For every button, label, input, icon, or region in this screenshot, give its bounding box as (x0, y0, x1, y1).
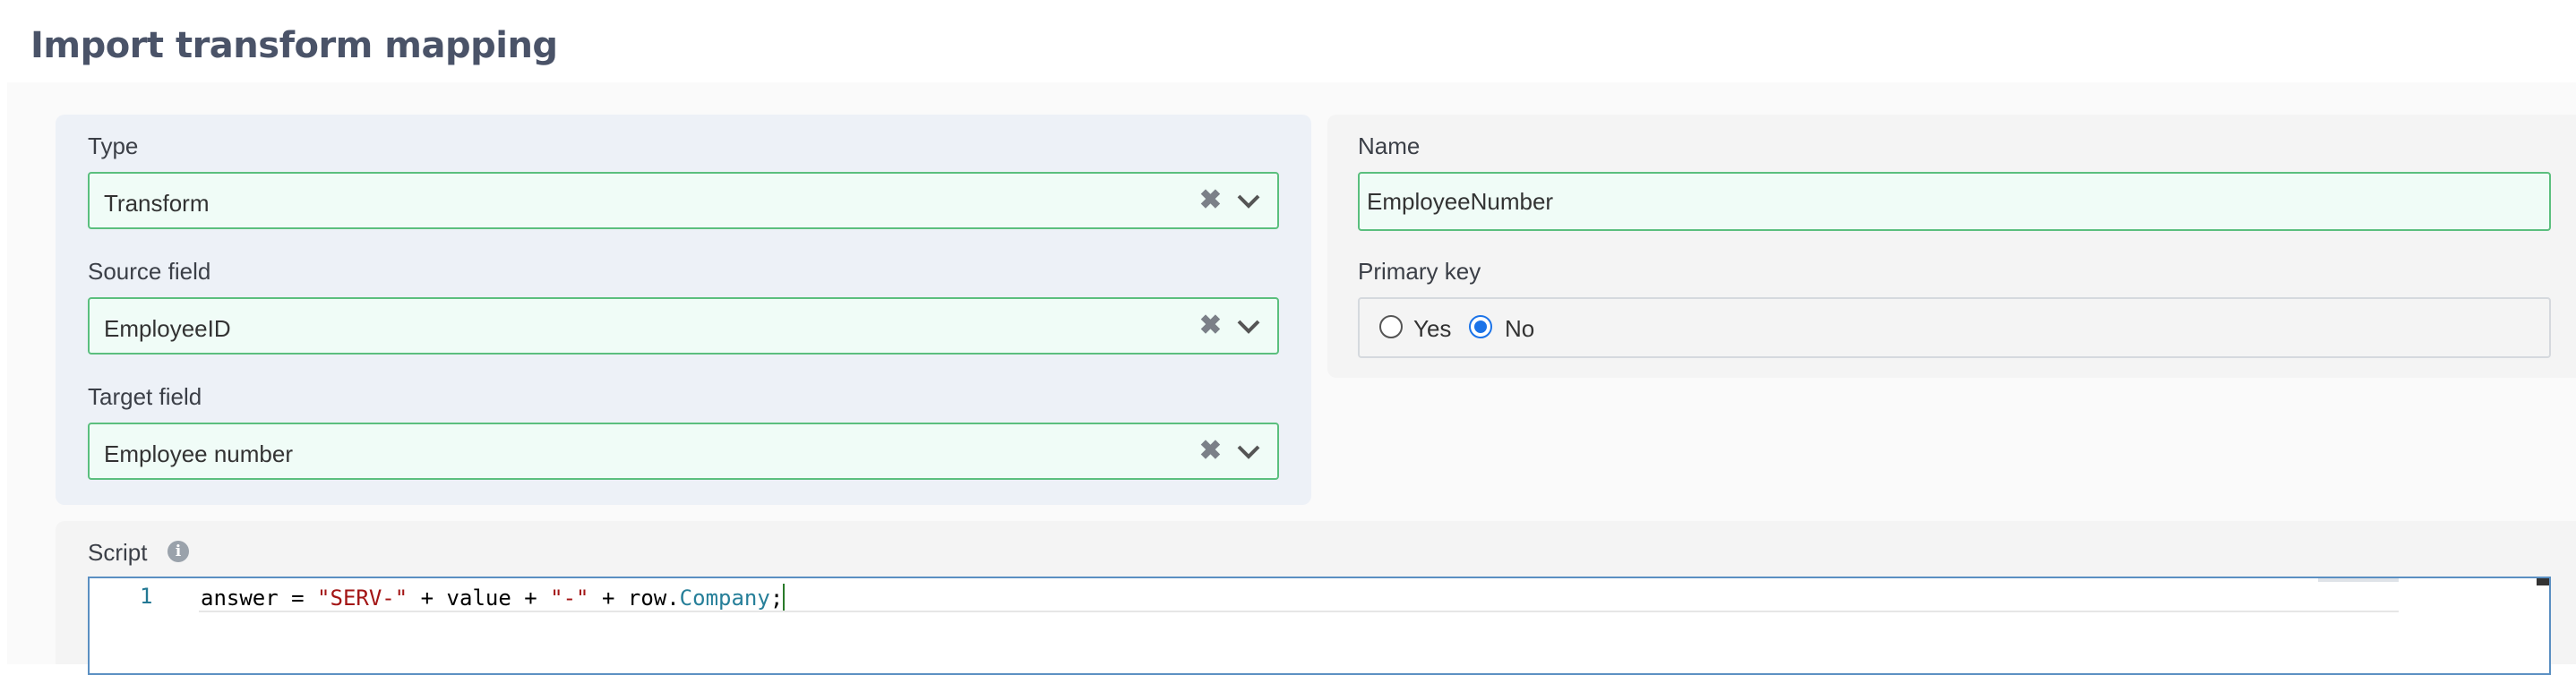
source-field-label: Source field (88, 258, 211, 285)
primary-key-label: Primary key (1358, 258, 1481, 285)
type-label: Type (88, 132, 139, 159)
code-string-token: "SERV-" (317, 585, 408, 611)
code-token: + row. (588, 585, 680, 611)
code-string-token: "-" (550, 585, 589, 611)
target-field-select-value: Employee number (104, 440, 293, 467)
type-select[interactable]: Transform ✖ (88, 172, 1279, 229)
info-circle-icon[interactable]: i (167, 541, 189, 562)
code-token: ; (769, 585, 784, 611)
code-token: answer = (201, 585, 318, 611)
target-field-label: Target field (88, 383, 202, 410)
page-title: Import transform mapping (30, 25, 558, 66)
line-number: 1 (140, 584, 153, 609)
target-field-select[interactable]: Employee number ✖ (88, 423, 1279, 480)
chevron-down-icon[interactable] (1236, 442, 1261, 462)
primary-key-yes-radio[interactable] (1379, 315, 1403, 338)
text-cursor (783, 584, 786, 611)
name-label: Name (1358, 132, 1421, 159)
times-icon[interactable]: ✖ (1199, 435, 1222, 466)
chevron-down-icon[interactable] (1236, 192, 1261, 211)
script-editor[interactable]: 1 answer = "SERV-" + value + "-" + row.C… (88, 577, 2551, 675)
code-line[interactable]: answer = "SERV-" + value + "-" + row.Com… (201, 584, 786, 611)
chevron-down-icon[interactable] (1236, 317, 1261, 337)
script-label: Script (88, 539, 148, 566)
primary-key-radio-group: Yes No (1358, 297, 2551, 358)
minimap-slider[interactable] (2318, 578, 2399, 582)
code-property-token: Company (679, 585, 770, 611)
source-field-select-value: EmployeeID (104, 315, 231, 342)
times-icon[interactable]: ✖ (1199, 310, 1222, 341)
minimap-scroll-handle[interactable] (2537, 578, 2549, 585)
primary-key-yes-label[interactable]: Yes (1413, 315, 1451, 343)
source-field-select[interactable]: EmployeeID ✖ (88, 297, 1279, 355)
type-select-value: Transform (104, 190, 210, 217)
times-icon[interactable]: ✖ (1199, 184, 1222, 216)
code-token: + value + (408, 585, 551, 611)
primary-key-no-radio[interactable] (1469, 315, 1492, 338)
primary-key-no-label[interactable]: No (1505, 315, 1534, 343)
name-input[interactable] (1358, 172, 2551, 231)
